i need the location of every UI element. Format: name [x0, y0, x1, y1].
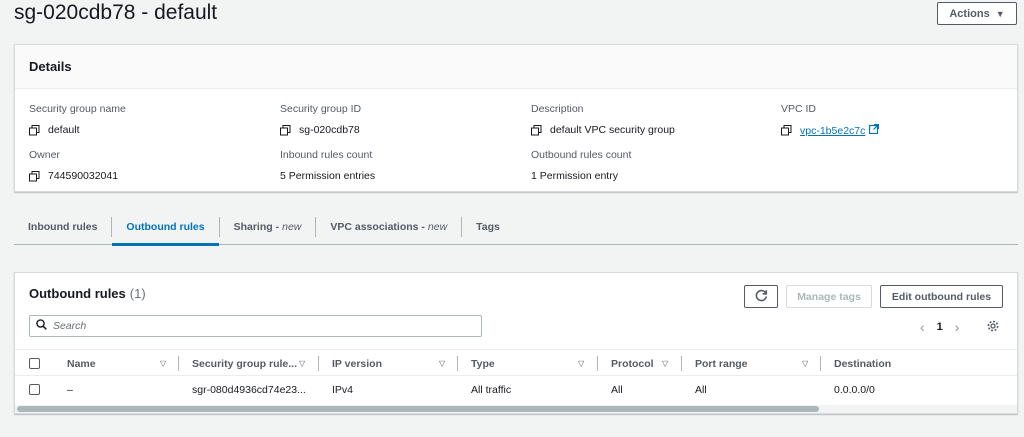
tab-tags[interactable]: Tags — [462, 209, 514, 245]
manage-tags-button[interactable]: Manage tags — [786, 285, 872, 308]
column-header-ip-version[interactable]: IP version — [332, 350, 382, 377]
copy-icon[interactable] — [29, 124, 40, 136]
detail-label: Inbound rules count — [280, 149, 373, 161]
detail-label: VPC ID — [781, 103, 817, 115]
refresh-icon — [755, 289, 768, 305]
column-divider[interactable] — [681, 356, 682, 371]
cell-protocol: All — [611, 384, 623, 396]
detail-label: Outbound rules count — [531, 149, 632, 161]
refresh-button[interactable] — [744, 285, 778, 308]
page-title: sg-020cdb78 - default — [14, 1, 218, 24]
copy-icon[interactable] — [280, 124, 291, 136]
copy-icon[interactable] — [781, 125, 792, 136]
select-all-checkbox[interactable] — [29, 358, 40, 369]
outbound-rules-count: (1) — [129, 285, 146, 301]
search-input[interactable] — [53, 320, 453, 332]
scrollbar-thumb[interactable] — [17, 406, 819, 412]
cell-destination: 0.0.0.0/0 — [834, 384, 875, 396]
horizontal-scrollbar[interactable] — [15, 405, 1017, 413]
tab-new-badge: new — [427, 220, 448, 233]
tab-label: Sharing - — [233, 220, 280, 233]
detail-label: Security group ID — [280, 103, 362, 115]
cell-name: – — [67, 384, 73, 396]
detail-value: 1 Permission entry — [531, 170, 618, 182]
column-header-security-group-rule[interactable]: Security group rule... — [192, 350, 297, 377]
detail-label: Description — [531, 103, 584, 115]
tab-label: Inbound rules — [28, 220, 98, 233]
table-row[interactable]: – sgr-080d4936cd74e23... IPv4 All traffi… — [15, 376, 1017, 404]
detail-value: 744590032041 — [48, 170, 119, 182]
actions-label: Actions — [949, 7, 990, 20]
table-header: Name ▽ Security group rule... ▽ IP versi… — [15, 349, 1017, 376]
detail-value: default VPC security group — [550, 124, 675, 136]
page-number[interactable]: 1 — [937, 321, 943, 333]
search-box[interactable] — [29, 315, 482, 337]
tab-label: VPC associations - — [330, 220, 425, 233]
column-divider[interactable] — [178, 356, 179, 371]
search-icon — [36, 319, 47, 333]
tab-label: Outbound rules — [126, 220, 205, 233]
pagination: ‹ 1 › — [920, 319, 959, 335]
column-divider[interactable] — [820, 356, 821, 371]
chevron-left-icon[interactable]: ‹ — [920, 319, 925, 335]
cell-security-group-rule: sgr-080d4936cd74e23... — [192, 384, 306, 396]
detail-label: Security group name — [29, 103, 126, 115]
details-panel: Details Security group name default Secu… — [14, 44, 1018, 192]
detail-value: default — [48, 124, 80, 136]
sort-caret-icon[interactable]: ▽ — [578, 359, 584, 368]
cell-type: All traffic — [471, 384, 512, 396]
detail-description: Description default VPC security group — [531, 103, 675, 136]
column-divider[interactable] — [597, 356, 598, 371]
tab-inbound-rules[interactable]: Inbound rules — [14, 209, 111, 245]
detail-value: sg-020cdb78 — [299, 124, 360, 136]
edit-outbound-rules-button[interactable]: Edit outbound rules — [880, 285, 1003, 308]
sort-caret-icon[interactable]: ▽ — [160, 359, 166, 368]
cell-port-range: All — [695, 384, 707, 396]
column-divider[interactable] — [457, 356, 458, 371]
column-divider[interactable] — [318, 356, 319, 371]
detail-security-group-id: Security group ID sg-020cdb78 — [280, 103, 361, 136]
tab-outbound-rules[interactable]: Outbound rules — [112, 209, 219, 246]
tab-bar: Inbound rules Outbound rules Sharing - n… — [14, 209, 1018, 246]
sort-caret-icon[interactable]: ▽ — [802, 359, 808, 368]
vpc-id-link[interactable]: vpc-1b5e2c7c — [800, 125, 865, 137]
copy-icon[interactable] — [531, 124, 542, 136]
detail-label: Owner — [29, 149, 60, 161]
actions-button[interactable]: Actions ▼ — [937, 2, 1017, 25]
detail-inbound-rules-count: Inbound rules count 5 Permission entries — [280, 149, 375, 182]
tab-label: Tags — [476, 220, 500, 233]
column-header-name[interactable]: Name — [67, 350, 96, 377]
sort-caret-icon[interactable]: ▽ — [299, 359, 305, 368]
column-header-destination[interactable]: Destination — [834, 350, 891, 377]
detail-outbound-rules-count: Outbound rules count 1 Permission entry — [531, 149, 631, 182]
gear-icon[interactable] — [987, 320, 999, 335]
outbound-rules-title: Outbound rules — [29, 285, 126, 301]
detail-owner: Owner 744590032041 — [29, 149, 118, 182]
outbound-rules-panel: Outbound rules (1) Manage tags Edit outb… — [14, 272, 1018, 414]
caret-down-icon: ▼ — [995, 8, 1005, 19]
tab-new-badge: new — [282, 220, 302, 233]
tab-vpc-associations[interactable]: VPC associations - new — [316, 209, 461, 245]
row-checkbox[interactable] — [29, 384, 40, 395]
sort-caret-icon[interactable]: ▽ — [662, 359, 668, 368]
chevron-right-icon[interactable]: › — [955, 319, 960, 335]
detail-vpc-id: VPC ID vpc-1b5e2c7c — [781, 103, 880, 137]
cell-ip-version: IPv4 — [332, 384, 354, 396]
tab-sharing[interactable]: Sharing - new — [220, 209, 316, 245]
copy-icon[interactable] — [29, 170, 40, 182]
column-header-port-range[interactable]: Port range — [695, 350, 748, 377]
column-header-type[interactable]: Type — [471, 350, 495, 377]
sort-caret-icon[interactable]: ▽ — [439, 359, 445, 368]
detail-value: 5 Permission entries — [280, 170, 376, 182]
detail-security-group-name: Security group name default — [29, 103, 126, 136]
external-link-icon[interactable] — [869, 123, 880, 137]
column-header-protocol[interactable]: Protocol — [611, 350, 654, 377]
details-title: Details — [15, 45, 1017, 89]
